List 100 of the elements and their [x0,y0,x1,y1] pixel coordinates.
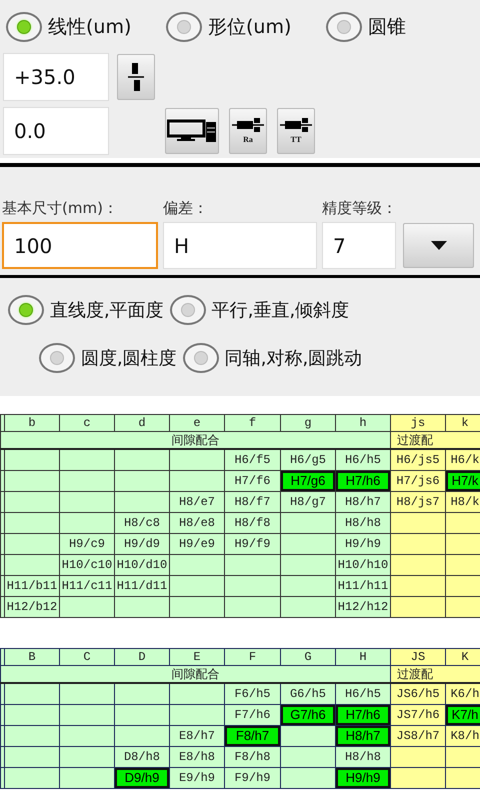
table-cell [114,726,170,746]
table-cell: H11/d11 [114,576,170,596]
table-cell [280,512,336,534]
table-cell [446,576,480,596]
table-cell [114,492,170,512]
table-cell [170,449,224,470]
radio-button[interactable]: 形位(um) [166,12,326,42]
table-cell: F8/h8 [224,746,280,768]
table-cell [224,576,280,596]
table-cell [60,746,114,768]
table-cell: H8/e8 [170,512,224,534]
column-header: K [446,648,480,666]
column-header: b [4,414,60,432]
table-cell: G6/h5 [280,683,336,704]
table-cell [224,596,280,618]
table-cell: H11/c11 [60,576,114,596]
radio-button[interactable]: 直线度,平面度 [8,295,164,325]
input-field[interactable]: H [163,222,317,269]
table-cell [4,768,60,788]
table-cell [390,746,446,768]
column-header: d [114,414,170,432]
table-cell: K7/h [446,704,480,726]
table-cell: H9/d9 [114,534,170,554]
table-cell: H9/c9 [60,534,114,554]
column-header: h [336,414,390,432]
table-cell [446,746,480,768]
column-header: e [170,414,224,432]
table-cell: D9/h9 [114,768,170,788]
table-cell [114,683,170,704]
table-cell [114,596,170,618]
column-header: c [60,414,114,432]
table-cell [280,596,336,618]
table-cell [60,470,114,492]
table-cell [4,726,60,746]
table-cell: H6/h5 [336,683,390,704]
column-header: D [114,648,170,666]
table-cell [390,554,446,576]
table-cell [60,726,114,746]
table-cell [446,534,480,554]
input-field[interactable]: +35.0 [3,53,109,101]
radio-button[interactable]: 圆锥 [326,12,480,42]
column-header: f [224,414,280,432]
table-cell [114,449,170,470]
input-field[interactable]: 100 [2,222,158,269]
table-cell [390,768,446,788]
part-button[interactable]: TT [277,108,315,154]
computer-button[interactable] [165,108,219,154]
table-cell [4,449,60,470]
field-label: 偏差： [163,199,209,219]
table-cell [4,492,60,512]
part-button[interactable]: Ra [229,108,267,154]
table-cell: H6/js5 [390,449,446,470]
table-cell: H9/e9 [170,534,224,554]
table-cell: H9/f9 [224,534,280,554]
table-cell: H8/g7 [280,492,336,512]
table-cell: F9/h9 [224,768,280,788]
table-cell: H6/f5 [224,449,280,470]
shaft-icon [232,118,264,132]
table-cell [4,683,60,704]
table-cell: K6/h [446,683,480,704]
table-cell: H7/k [446,470,480,492]
table-cell [280,726,336,746]
column-header: E [170,648,224,666]
table-cell: H8/f8 [224,512,280,534]
table-cell: H8/e7 [170,492,224,512]
group-header: 过渡配 [390,666,480,683]
table-cell: F8/h7 [224,726,280,746]
input-field[interactable]: 0.0 [3,107,109,155]
table-cell: JS6/h5 [390,683,446,704]
table-cell [60,512,114,534]
input-field[interactable]: 7 [322,222,396,269]
table-cell: H11/b11 [4,576,60,596]
table-cell: H7/h6 [336,704,390,726]
table-cell: H11/h11 [336,576,390,596]
computer-icon [167,118,217,144]
table-cell [4,704,60,726]
flip-button[interactable] [117,54,155,100]
table-cell [280,576,336,596]
table-cell [60,449,114,470]
table-cell: H10/h10 [336,554,390,576]
radio-button[interactable]: 线性(um) [6,12,166,42]
table-cell [446,596,480,618]
radio-button[interactable]: 同轴,对称,圆跳动 [182,343,362,373]
radio-button[interactable]: 圆度,圆柱度 [39,343,177,373]
radio-button[interactable]: 平行,垂直,倾斜度 [170,295,350,325]
table-cell [280,768,336,788]
table-cell: H8/h7 [336,726,390,746]
table-cell [446,512,480,534]
column-header: G [280,648,336,666]
table-cell: H8/c8 [114,512,170,534]
table-cell: H7/h6 [336,470,390,492]
table-cell: H8/h7 [336,492,390,512]
table-cell [280,746,336,768]
column-header: F [224,648,280,666]
dropdown-button[interactable] [403,223,474,268]
column-header: k [446,414,480,432]
table-cell: H7/g6 [280,470,336,492]
table-cell: H6/g5 [280,449,336,470]
table-cell [390,596,446,618]
table-cell [60,492,114,512]
